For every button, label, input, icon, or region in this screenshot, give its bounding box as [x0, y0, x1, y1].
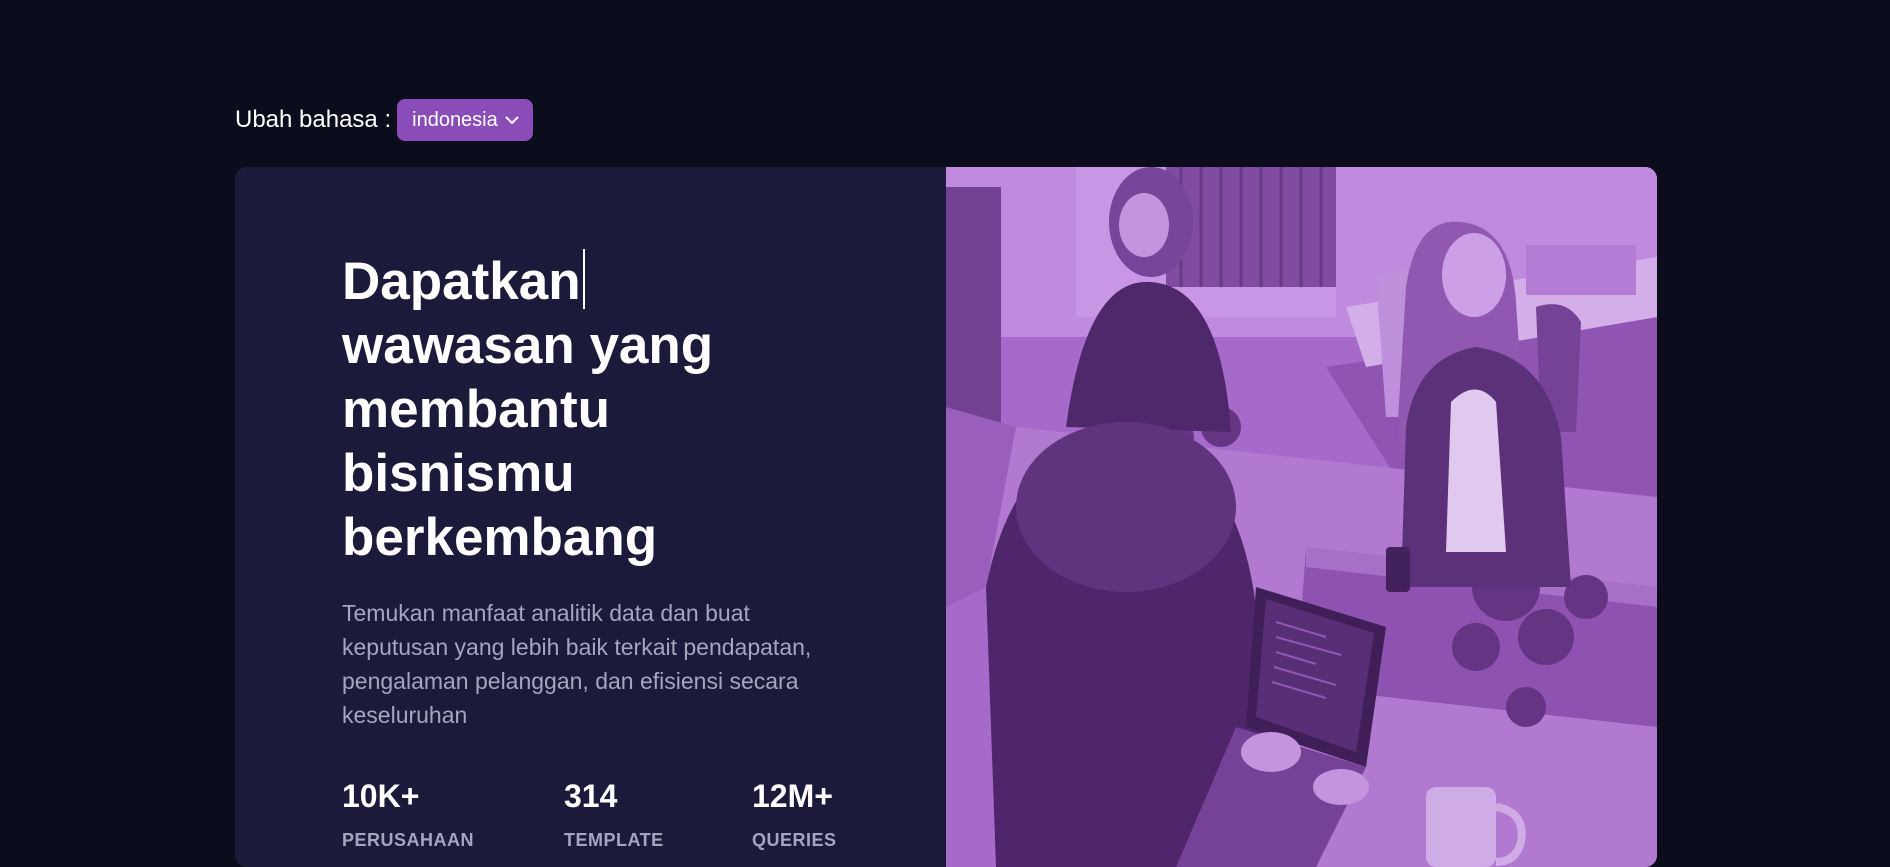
stat-value: 10K+ — [342, 778, 420, 814]
hero-card: Dapatkan wawasan yang membantu bisnismu … — [235, 167, 1657, 867]
stat-templates: 314 TEMPLATE — [564, 776, 664, 851]
hero-description: Temukan manfaat analitik data dan buat k… — [342, 600, 812, 728]
text-caret — [582, 249, 585, 309]
language-label: Ubah bahasa : — [235, 106, 392, 133]
stat-companies: 10K+ PERUSAHAAN — [342, 776, 474, 851]
language-switcher: Ubah bahasa : indonesia — [235, 99, 534, 141]
stat-label: TEMPLATE — [564, 830, 664, 850]
hero-image — [946, 167, 1657, 867]
stats-row: 10K+ PERUSAHAAN 314 TEMPLATE 12M+ QUERIE… — [342, 776, 862, 867]
hero-content: Dapatkan wawasan yang membantu bisnismu … — [235, 167, 946, 867]
stat-label: QUERIES — [752, 830, 837, 850]
stat-value: 12M+ — [752, 778, 833, 814]
stat-label: PERUSAHAAN — [342, 830, 475, 850]
hero-headline-text: Dapatkan wawasan yang membantu bisnismu … — [342, 249, 714, 567]
office-team-photo-icon — [946, 167, 1657, 867]
hero-headline-rest: wawasan yang membantu bisnismu berkemban… — [342, 316, 714, 567]
hero-headline-first-word: Dapatkan — [342, 252, 581, 311]
language-select-value: indonesia — [412, 108, 498, 131]
hero-headline: Dapatkan wawasan yang membantu bisnismu … — [342, 249, 802, 570]
chevron-down-icon — [503, 111, 521, 129]
stat-value: 314 — [564, 778, 618, 814]
language-select[interactable]: indonesia — [397, 99, 534, 141]
stat-queries: 12M+ QUERIES — [752, 776, 837, 851]
